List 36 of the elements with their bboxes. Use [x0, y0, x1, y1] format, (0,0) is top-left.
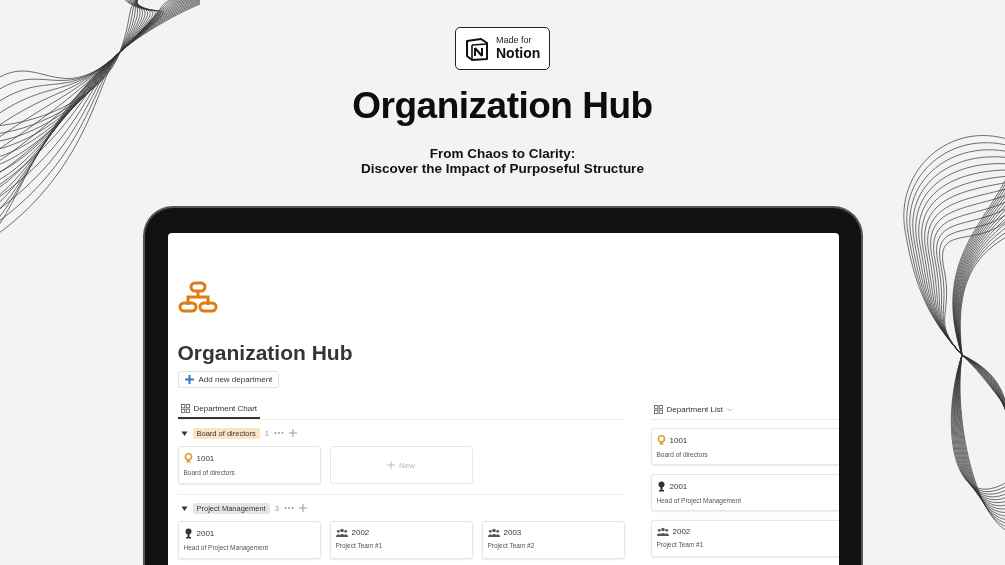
- hero-title: Organization Hub: [352, 84, 653, 128]
- notion-logo-icon: [464, 35, 490, 62]
- plus-icon: [184, 375, 194, 384]
- bust-icon: [183, 528, 193, 539]
- department-id: 2001: [196, 529, 215, 538]
- chevron-down-icon: [726, 407, 733, 412]
- badge-caption: Made for: [496, 36, 533, 46]
- collapse-triangle-icon[interactable]: [180, 504, 188, 512]
- badge-title: Notion: [496, 45, 541, 61]
- people-icon: [335, 528, 348, 537]
- department-id: 2003: [503, 528, 522, 537]
- award-icon: [656, 435, 666, 446]
- page-title: Organization Hub: [177, 340, 354, 366]
- gallery-icon: [653, 405, 663, 414]
- view-selector[interactable]: Department List: [650, 405, 736, 414]
- view-tab[interactable]: Department Chart: [177, 400, 261, 419]
- bust-icon: [656, 481, 666, 492]
- department-id: 2002: [672, 527, 691, 536]
- people-icon: [487, 528, 500, 537]
- department-id: 2001: [669, 482, 688, 491]
- gallery-icon: [180, 404, 190, 413]
- hero-subtitle: Discover the Impact of Purposeful Structure: [361, 161, 644, 176]
- more-icon[interactable]: [273, 431, 284, 435]
- people-icon: [656, 527, 669, 536]
- add-icon[interactable]: [288, 429, 297, 437]
- collapse-triangle-icon[interactable]: [180, 429, 188, 437]
- more-icon[interactable]: [283, 506, 294, 510]
- add-department-button[interactable]: Add new department: [177, 371, 280, 388]
- award-icon: [183, 453, 193, 464]
- department-id: 1001: [669, 436, 688, 445]
- org-chart-icon: [177, 281, 218, 313]
- department-id: 2002: [351, 528, 370, 537]
- hero-subtitle: From Chaos to Clarity:: [429, 146, 576, 161]
- department-id: 1001: [196, 454, 215, 463]
- add-icon[interactable]: [298, 504, 307, 512]
- plus-icon: [387, 461, 395, 469]
